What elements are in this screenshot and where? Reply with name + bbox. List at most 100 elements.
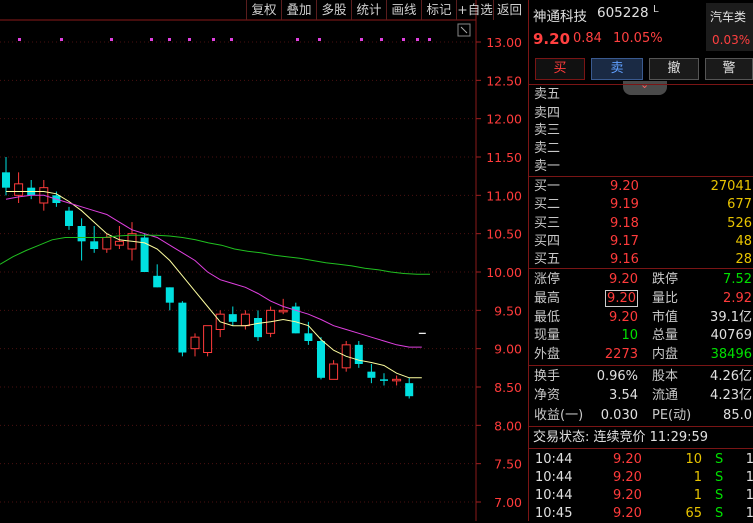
buy-level-volume: 28: [735, 252, 752, 268]
back-button[interactable]: 返回: [493, 0, 525, 20]
tick-price: 9.20: [613, 452, 642, 467]
buy-level-price: 9.19: [610, 197, 639, 213]
buy-level-price: 9.16: [610, 252, 639, 268]
candle-body: [114, 240, 124, 246]
candle-body: [228, 314, 237, 322]
stock-name: 神通科技: [533, 9, 587, 25]
price-change: 0.84: [573, 31, 602, 46]
stat-value: 40769: [710, 328, 752, 344]
stat-value: 7.52: [723, 272, 752, 287]
stat-label: 量比: [652, 290, 679, 306]
buy-level-label: 买四: [534, 233, 561, 249]
sector-box[interactable]: 汽车类 0.03%: [706, 3, 753, 51]
tick-row: 10:44 9.20 1 S 1: [529, 486, 753, 505]
kline-plot[interactable]: 13.00 12.50 12.00 11.50 11.00 10.50 10.00 9.50 9…: [0, 0, 528, 521]
buy-level-volume: 48: [735, 233, 752, 249]
add-watchlist-button[interactable]: +自选: [456, 0, 493, 20]
tick-count: 1: [745, 470, 753, 485]
stock-header: 神通科技 605228 L 9.20 0.84 10.05% 汽车类 0.03%: [529, 0, 753, 56]
tick-row: 10:44 9.20 10 S 1: [529, 450, 753, 469]
fundamentals-row: 收益(一) 0.030 PE(动) 85.0: [529, 406, 753, 425]
stat-label: 涨停: [534, 272, 561, 287]
candle-body: [254, 318, 262, 338]
signal-marker: [296, 38, 299, 41]
price-tick-label: 8.00: [494, 418, 522, 433]
stat-value: 9.20: [605, 289, 638, 307]
price-tick-label: 12.50: [486, 73, 522, 88]
sell-level-1: 卖一: [534, 159, 561, 174]
statistics-button[interactable]: 统计: [351, 0, 386, 20]
signal-marker: [402, 38, 405, 41]
price-tick-label: 7.00: [494, 495, 522, 510]
chart-toolbar: 复权 叠加 多股 统计 画线 标记 +自选 返回: [0, 0, 524, 21]
fund-value: 0.96%: [596, 369, 638, 384]
kline-chart[interactable]: 13.00 12.50 12.00 11.50 11.00 10.50 10.00 9.50 9…: [0, 0, 528, 521]
signal-marker: [188, 38, 191, 41]
stat-label: 跌停: [652, 272, 679, 287]
tick-row: 10:44 9.20 1 S 1: [529, 468, 753, 487]
trade-status: 交易状态: 连续竞价 11:29:59: [533, 430, 709, 445]
signal-marker: [416, 38, 419, 41]
signal-marker: [110, 38, 113, 41]
candle-body: [240, 313, 250, 327]
signal-marker: [318, 38, 321, 41]
divider: [529, 268, 753, 269]
signal-marker: [60, 38, 63, 41]
stat-label: 内盘: [652, 347, 679, 363]
stats-row: 外盘 2273 内盘 38496: [529, 345, 753, 364]
draw-line-button[interactable]: 画线: [386, 0, 421, 20]
buy-button[interactable]: 买: [535, 58, 585, 80]
buy-level-volume: 677: [727, 197, 752, 213]
buy-level-label: 买二: [534, 197, 561, 213]
fund-label: 换手: [534, 369, 561, 384]
stat-label: 现量: [534, 328, 561, 344]
candle-body: [317, 341, 325, 378]
tick-side: S: [715, 452, 724, 467]
fundamentals-row: 净资 3.54 流通 4.23亿: [529, 386, 753, 405]
fund-value: 4.23亿: [710, 388, 752, 404]
tick-volume: 1: [693, 470, 702, 485]
candle-body: [2, 172, 10, 188]
board-tag: L: [653, 4, 659, 15]
multi-stock-button[interactable]: 多股: [316, 0, 351, 20]
divider: [529, 448, 753, 449]
tick-price: 9.20: [613, 506, 642, 521]
candle-body: [203, 325, 213, 353]
price-tick-label: 7.50: [494, 457, 522, 472]
tick-time: 10:44: [535, 470, 573, 485]
sell-button[interactable]: 卖: [591, 58, 643, 80]
buy-level-5: 买五 9.16 28: [529, 250, 753, 269]
stock-code: 605228: [597, 5, 649, 21]
signal-marker: [168, 38, 171, 41]
tick-side: S: [715, 506, 724, 521]
mark-button[interactable]: 标记: [421, 0, 456, 20]
stats-row: 涨停 9.20 跌停 7.52: [529, 270, 753, 289]
price-tick-label: 9.50: [494, 303, 522, 318]
signal-marker: [380, 38, 383, 41]
stat-label: 最高: [534, 290, 561, 306]
stat-value: 9.20: [609, 272, 638, 287]
ma-line-ma20: [0, 234, 430, 275]
candle-body: [392, 378, 402, 382]
signal-marker: [360, 38, 363, 41]
chart-settings-icon-mark: [460, 26, 468, 34]
stat-label: 市值: [652, 309, 679, 325]
overlay-button[interactable]: 叠加: [281, 0, 316, 20]
tick-price: 9.20: [613, 470, 642, 485]
buy-level-price: 9.20: [610, 179, 639, 194]
fuquan-button[interactable]: 复权: [246, 0, 281, 20]
candle-body: [65, 210, 73, 226]
price-tick-label: 11.00: [486, 188, 522, 203]
cancel-order-button[interactable]: 撤: [649, 58, 699, 80]
signal-marker: [18, 38, 21, 41]
signal-marker: [428, 38, 431, 41]
alert-button[interactable]: 警: [705, 58, 753, 80]
stat-label: 最低: [534, 309, 561, 325]
candle-body: [380, 379, 388, 381]
buy-level-1: 买一 9.20 27041: [529, 177, 753, 196]
fund-value: 0.030: [600, 407, 638, 423]
candle-body: [278, 309, 288, 313]
candle-body: [102, 237, 112, 250]
fund-value: 4.26亿: [710, 369, 752, 384]
candle-body: [77, 226, 86, 242]
